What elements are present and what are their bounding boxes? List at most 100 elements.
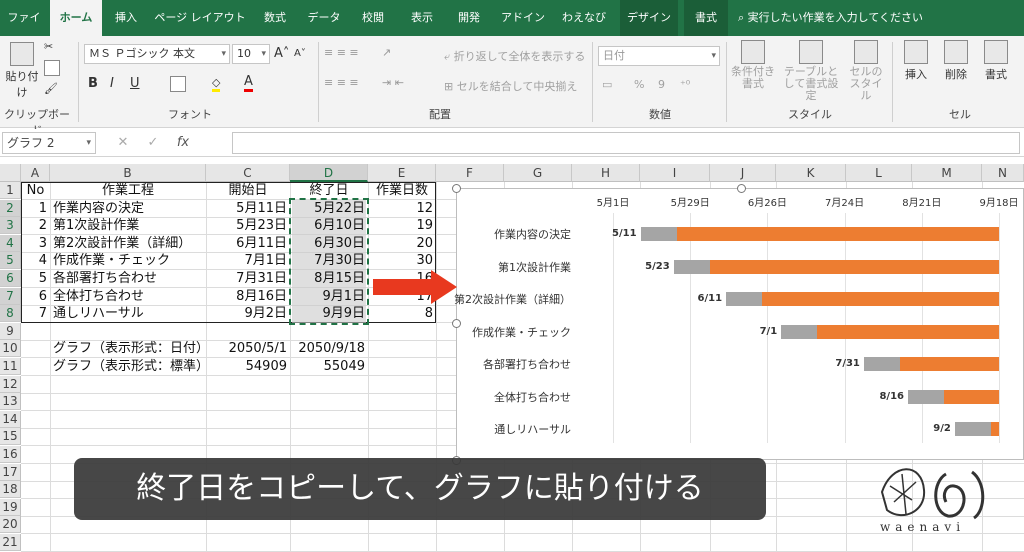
row-header-3[interactable]: 3	[0, 217, 21, 235]
row-header-15[interactable]: 15	[0, 428, 21, 446]
increase-decimal-button[interactable]: ⁺⁰	[680, 78, 690, 91]
bar-start-offset[interactable]	[908, 389, 944, 404]
grow-font-button[interactable]: A˄	[274, 46, 289, 61]
row-header-13[interactable]: 13	[0, 393, 21, 411]
cell-axis-min-serial[interactable]: 54909	[206, 358, 290, 375]
bar-duration[interactable]	[709, 259, 999, 274]
cell-no[interactable]: 4	[21, 252, 50, 269]
column-header-A[interactable]: A	[21, 164, 50, 182]
resize-handle[interactable]	[737, 184, 746, 193]
tab-2[interactable]: 挿入	[108, 0, 144, 36]
column-header-M[interactable]: M	[912, 164, 982, 182]
format-cells-button[interactable]: 書式	[978, 40, 1014, 82]
column-header-G[interactable]: G	[504, 164, 572, 182]
column-header-N[interactable]: N	[982, 164, 1024, 182]
tab-11[interactable]: デザイン	[620, 0, 678, 36]
insert-cells-button[interactable]: 挿入	[898, 40, 934, 82]
cell-start[interactable]: 6月11日	[206, 235, 290, 252]
cell-graph-date-label[interactable]: グラフ（表示形式：日付）	[50, 340, 209, 357]
cell-start[interactable]: 7月31日	[206, 270, 290, 287]
header-end[interactable]: 終了日	[290, 182, 368, 199]
gantt-chart[interactable]: 5月1日 5月29日 6月26日 7月24日 8月21日 9月18日 作業内容の決定 5/11…	[452, 184, 1024, 465]
row-header-11[interactable]: 11	[0, 358, 21, 375]
header-days[interactable]: 作業日数	[368, 182, 436, 199]
orientation-button[interactable]: ↗	[382, 46, 391, 59]
cell-axis-min-date[interactable]: 2050/5/1	[206, 340, 290, 357]
column-header-L[interactable]: L	[846, 164, 912, 182]
cell-axis-max-date[interactable]: 2050/9/18	[290, 340, 368, 357]
bar-start-offset[interactable]	[781, 324, 818, 339]
cell-days[interactable]: 20	[368, 235, 436, 252]
comma-button[interactable]: 9	[658, 78, 665, 91]
column-header-C[interactable]: C	[206, 164, 290, 182]
tab-6[interactable]: 校閲	[352, 0, 394, 36]
select-all-corner[interactable]	[0, 164, 21, 182]
row-header-4[interactable]: 4	[0, 234, 21, 252]
bar-duration[interactable]	[990, 422, 999, 436]
bar-start-offset[interactable]	[863, 357, 900, 371]
tab-8[interactable]: 開発	[448, 0, 490, 36]
tab-5[interactable]: データ	[302, 0, 346, 36]
row-header-19[interactable]: 19	[0, 498, 21, 516]
cell-task[interactable]: 通しリハーサル	[50, 305, 206, 322]
row-header-1[interactable]: 1	[0, 182, 21, 199]
cell-task[interactable]: 各部署打ち合わせ	[50, 270, 206, 287]
italic-button[interactable]: I	[110, 76, 114, 91]
row-header-10[interactable]: 10	[0, 340, 21, 358]
currency-button[interactable]: ▭	[602, 78, 612, 91]
shrink-font-button[interactable]: A˅	[294, 48, 306, 59]
resize-handle[interactable]	[452, 184, 461, 193]
cell-start[interactable]: 5月11日	[206, 200, 290, 217]
cell-start[interactable]: 9月2日	[206, 305, 290, 322]
percent-button[interactable]: %	[634, 78, 644, 91]
row-header-18[interactable]: 18	[0, 481, 21, 499]
number-format-dropdown[interactable]: 日付 ▾	[598, 46, 720, 66]
font-color-button[interactable]: A	[244, 74, 253, 92]
cell-no[interactable]: 3	[21, 235, 50, 252]
cut-button[interactable]: ✂	[44, 40, 53, 53]
align-top-button[interactable]: ≡ ≡ ≡	[324, 46, 359, 59]
column-header-H[interactable]: H	[572, 164, 640, 182]
row-header-17[interactable]: 17	[0, 463, 21, 481]
tab-12[interactable]: 書式	[684, 0, 728, 36]
enter-icon[interactable]: ✓	[138, 132, 168, 154]
cell-task[interactable]: 作成作業・チェック	[50, 252, 206, 269]
bar-duration[interactable]	[762, 292, 999, 306]
column-header-I[interactable]: I	[640, 164, 710, 182]
font-size-dropdown[interactable]: 10 ▾	[232, 44, 270, 64]
row-header-14[interactable]: 14	[0, 410, 21, 428]
cell-no[interactable]: 7	[21, 305, 50, 322]
cell-start[interactable]: 7月1日	[206, 252, 290, 269]
row-header-20[interactable]: 20	[0, 516, 21, 534]
delete-cells-button[interactable]: 削除	[938, 40, 974, 82]
bar-duration[interactable]	[676, 227, 999, 241]
conditional-format-button[interactable]: 条件付き書式	[730, 40, 776, 90]
bar-start-offset[interactable]	[640, 227, 677, 241]
cancel-icon[interactable]: ✕	[108, 132, 138, 154]
tab-10[interactable]: わえなび	[556, 0, 612, 36]
tab-9[interactable]: アドイン	[496, 0, 550, 36]
merge-center-button[interactable]: ⊞ セルを結合して中央揃え	[444, 78, 577, 94]
cell-days[interactable]: 12	[368, 200, 436, 217]
header-task[interactable]: 作業工程	[50, 182, 206, 199]
bar-start-offset[interactable]	[726, 292, 763, 306]
cell-task[interactable]: 第2次設計作業（詳細）	[50, 235, 206, 252]
row-header-2[interactable]: 2	[0, 199, 21, 217]
align-left-button[interactable]: ≡ ≡ ≡	[324, 76, 359, 89]
header-no[interactable]: No	[21, 182, 50, 199]
row-header-5[interactable]: 5	[0, 252, 21, 270]
fill-color-button[interactable]: ◇	[212, 76, 221, 92]
cell-task[interactable]: 全体打ち合わせ	[50, 288, 206, 305]
cell-days[interactable]: 19	[368, 217, 436, 234]
column-header-K[interactable]: K	[776, 164, 846, 182]
name-box[interactable]: グラフ 2 ▾	[2, 132, 96, 154]
cell-no[interactable]: 5	[21, 270, 50, 287]
tab-0[interactable]: ファイル	[4, 0, 44, 60]
format-painter-button[interactable]: 🖌	[44, 82, 58, 95]
bar-start-offset[interactable]	[954, 422, 991, 436]
row-header-9[interactable]: 9	[0, 322, 21, 340]
bold-button[interactable]: B	[88, 76, 98, 91]
cell-task[interactable]: 作業内容の決定	[50, 200, 206, 217]
copy-button[interactable]	[44, 60, 60, 76]
bar-duration[interactable]	[817, 324, 999, 339]
